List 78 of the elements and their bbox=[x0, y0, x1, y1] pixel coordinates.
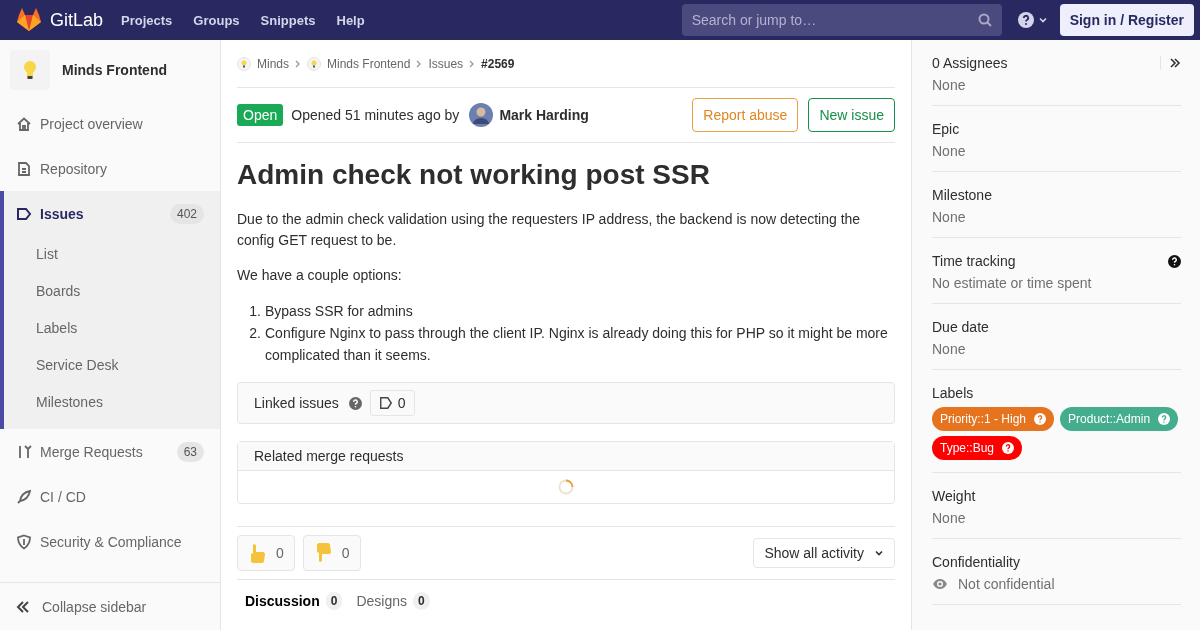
sidebar-subitem[interactable]: Milestones bbox=[4, 384, 220, 421]
chevron-icon bbox=[469, 59, 476, 68]
count-badge: 63 bbox=[176, 441, 204, 462]
help-icon[interactable] bbox=[1017, 12, 1034, 28]
block-value: Not confidential bbox=[958, 576, 1055, 592]
avatar-icon[interactable] bbox=[469, 103, 494, 127]
help-icon[interactable] bbox=[1168, 254, 1181, 268]
description-paragraph: Due to the admin check validation using the requesters IP address, the backend is now detecting the config GET request to be. bbox=[237, 210, 862, 250]
block-value: None bbox=[932, 143, 967, 159]
nav-link[interactable]: Groups bbox=[193, 12, 240, 28]
eye-icon bbox=[932, 578, 948, 590]
thumbs-up-icon bbox=[248, 543, 266, 563]
nav-link[interactable]: Snippets bbox=[260, 12, 316, 28]
label-tag[interactable]: Type::Bug bbox=[932, 436, 1023, 460]
award-button[interactable]: 0 bbox=[237, 535, 295, 571]
chevron-down-icon[interactable] bbox=[1037, 15, 1048, 25]
status-badge: Open bbox=[237, 104, 284, 126]
sidebar-subitem[interactable]: Service Desk bbox=[4, 347, 220, 384]
author-link[interactable]: Mark Harding bbox=[499, 107, 589, 123]
breadcrumb-link[interactable]: #2569 bbox=[481, 56, 515, 71]
tab[interactable]: Discussion 0 bbox=[245, 592, 343, 610]
block-title: Milestone bbox=[932, 187, 992, 203]
breadcrumb-link[interactable]: Issues bbox=[428, 56, 464, 71]
panel-title: Related merge requests bbox=[254, 448, 404, 464]
activity-dropdown[interactable]: Show all activity bbox=[753, 538, 895, 568]
sidebar-item[interactable]: Project overview bbox=[4, 101, 220, 146]
block-title: 0 Assignees bbox=[932, 55, 1008, 71]
sidebar-item[interactable]: Repository bbox=[4, 146, 220, 191]
breadcrumb-link[interactable]: Minds bbox=[257, 56, 289, 71]
block-value: None bbox=[932, 209, 967, 225]
sidebar-subitem[interactable]: Boards bbox=[4, 273, 220, 310]
block-title: Epic bbox=[932, 121, 960, 137]
sidebar-item[interactable]: CI / CD bbox=[4, 474, 220, 519]
project-name[interactable]: Minds Frontend bbox=[62, 62, 167, 78]
sign-in-button[interactable]: Sign in / Register bbox=[1059, 4, 1194, 36]
sidebar-item[interactable]: Issues 402 bbox=[4, 191, 220, 236]
doc-icon bbox=[16, 160, 32, 177]
panel-title: Linked issues bbox=[254, 395, 339, 411]
count-badge: 402 bbox=[169, 203, 204, 224]
sidebar-item[interactable]: Security & Compliance bbox=[4, 519, 220, 564]
opened-text: Opened 51 minutes ago by bbox=[291, 107, 460, 123]
search-field[interactable]: Search or jump to… bbox=[681, 4, 1002, 36]
list-item: 2. Configure Nginx to pass through the client IP. Nginx is already doing this for PHP so it might be more complicated than it seems. bbox=[248, 324, 889, 365]
nav-link[interactable]: Projects bbox=[121, 12, 173, 28]
block-title: Weight bbox=[932, 488, 976, 504]
block-value: None bbox=[932, 341, 967, 357]
loading-spinner-icon bbox=[558, 479, 574, 495]
double-chevron-left-icon bbox=[16, 599, 30, 614]
chevron-icon bbox=[416, 59, 423, 68]
chevron-icon bbox=[295, 59, 301, 68]
sidebar-item[interactable]: Merge Requests 63 bbox=[4, 429, 220, 474]
award-button[interactable]: 0 bbox=[302, 535, 361, 571]
fox-logo-icon[interactable] bbox=[16, 8, 42, 32]
block-title: Confidentiality bbox=[932, 554, 1020, 570]
list-item: 1. Bypass SSR for admins bbox=[248, 302, 414, 321]
block-value: None bbox=[932, 77, 967, 93]
merge-icon bbox=[16, 443, 32, 460]
sidebar-subitem[interactable]: List bbox=[4, 236, 220, 273]
brand-name[interactable]: GitLab bbox=[50, 9, 104, 31]
description-paragraph: We have a couple options: bbox=[237, 266, 403, 285]
breadcrumb-link[interactable]: Minds Frontend bbox=[327, 56, 411, 71]
block-title: Time tracking bbox=[932, 253, 1016, 269]
block-title: Labels bbox=[932, 385, 974, 401]
sidebar-subitem[interactable]: Labels bbox=[4, 310, 220, 347]
issue-count-badge: 0 bbox=[369, 390, 415, 416]
issues-icon bbox=[16, 205, 32, 222]
block-title: Due date bbox=[932, 319, 989, 335]
shield-icon bbox=[16, 533, 32, 550]
tab[interactable]: Designs 0 bbox=[356, 592, 430, 610]
expand-sidebar-icon[interactable] bbox=[1169, 57, 1181, 69]
chevron-down-icon bbox=[874, 548, 884, 558]
home-icon bbox=[16, 115, 32, 132]
nav-link[interactable]: Help bbox=[336, 12, 365, 28]
block-value: None bbox=[932, 510, 967, 526]
issue-title: Admin check not working post SSR bbox=[237, 159, 711, 191]
action-button[interactable]: New issue bbox=[808, 98, 895, 132]
search-icon bbox=[977, 13, 992, 27]
block-value: No estimate or time spent bbox=[932, 275, 1093, 291]
